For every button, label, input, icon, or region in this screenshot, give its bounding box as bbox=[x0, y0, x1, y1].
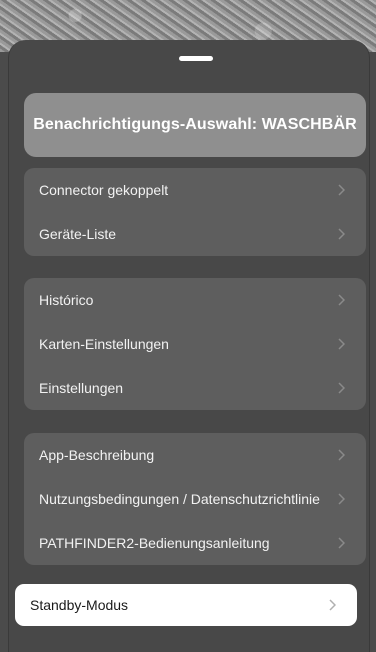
menu-item-label: PATHFINDER2-Bedienungsanleitung bbox=[39, 535, 270, 551]
chevron-right-icon bbox=[334, 293, 348, 307]
chevron-right-icon bbox=[334, 381, 348, 395]
menu-item-label: App-Beschreibung bbox=[39, 447, 155, 463]
menu-item-terms-privacy[interactable]: Nutzungsbedingungen / Datenschutzrichtli… bbox=[24, 477, 366, 521]
chevron-right-icon bbox=[334, 536, 348, 550]
chevron-right-icon bbox=[334, 183, 348, 197]
chevron-right-icon bbox=[334, 492, 348, 506]
bottom-sheet-menu: Benachrichtigungs-Auswahl: WASCHBÄR Conn… bbox=[8, 40, 370, 652]
menu-item-label: Nutzungsbedingungen / Datenschutzrichtli… bbox=[39, 491, 320, 507]
chevron-right-icon bbox=[334, 227, 348, 241]
menu-item-label: Connector gekoppelt bbox=[39, 182, 169, 198]
menu-item-map-settings[interactable]: Karten-Einstellungen bbox=[24, 322, 366, 366]
menu-item-connector[interactable]: Connector gekoppelt bbox=[24, 168, 366, 212]
menu-item-settings[interactable]: Einstellungen bbox=[24, 366, 366, 410]
chevron-right-icon bbox=[334, 337, 348, 351]
menu-item-label: Einstellungen bbox=[39, 380, 124, 396]
standby-mode-label: Standby-Modus bbox=[30, 597, 129, 613]
menu-item-label: Histórico bbox=[39, 292, 94, 308]
app-screen: Benachrichtigungs-Auswahl: WASCHBÄR Conn… bbox=[0, 0, 376, 652]
menu-item-user-manual[interactable]: PATHFINDER2-Bedienungsanleitung bbox=[24, 521, 366, 565]
menu-group-connection: Connector gekoppelt Geräte-Liste bbox=[24, 168, 366, 256]
menu-group-info: App-Beschreibung Nutzungsbedingungen / D… bbox=[24, 433, 366, 565]
notification-selection-banner[interactable]: Benachrichtigungs-Auswahl: WASCHBÄR bbox=[24, 93, 366, 157]
menu-group-settings: Histórico Karten-Einstellungen Einstellu… bbox=[24, 278, 366, 410]
chevron-right-icon bbox=[325, 598, 339, 612]
menu-item-label: Karten-Einstellungen bbox=[39, 336, 169, 352]
notification-selection-label: Benachrichtigungs-Auswahl: WASCHBÄR bbox=[33, 116, 357, 133]
chevron-right-icon bbox=[334, 448, 348, 462]
menu-item-history[interactable]: Histórico bbox=[24, 278, 366, 322]
menu-item-device-list[interactable]: Geräte-Liste bbox=[24, 212, 366, 256]
standby-mode-button[interactable]: Standby-Modus bbox=[15, 584, 357, 626]
menu-item-app-description[interactable]: App-Beschreibung bbox=[24, 433, 366, 477]
sheet-drag-handle[interactable] bbox=[179, 56, 213, 61]
menu-item-label: Geräte-Liste bbox=[39, 226, 117, 242]
